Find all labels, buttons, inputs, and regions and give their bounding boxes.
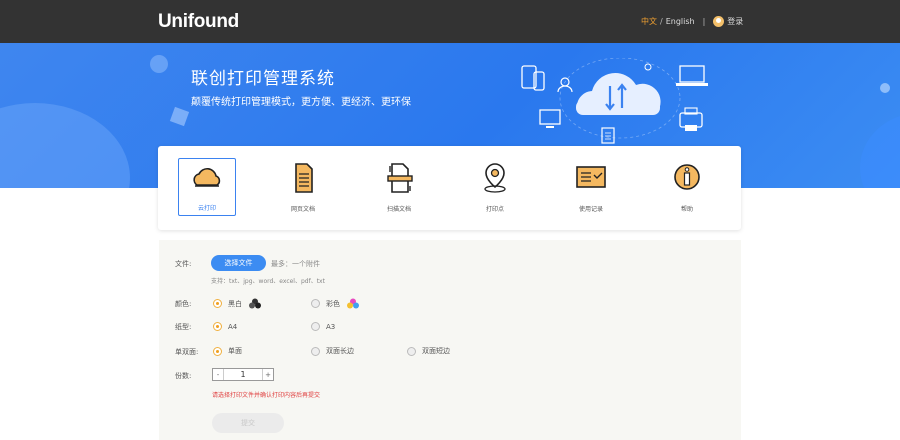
radio-dot xyxy=(311,299,320,308)
paper-label: 纸型: xyxy=(175,323,192,331)
file-label: 文件: xyxy=(175,260,192,268)
radio-a3[interactable]: A3 xyxy=(311,322,335,331)
document-icon xyxy=(295,163,313,193)
func-usage-records[interactable]: 使用记录 xyxy=(562,158,620,216)
radio-dot xyxy=(311,346,320,356)
lang-english-link[interactable]: English xyxy=(666,17,695,26)
scan-document-icon xyxy=(387,163,413,193)
choose-file-button[interactable]: 选择文件 xyxy=(211,255,266,271)
black-white-icon xyxy=(249,298,261,309)
login-link[interactable]: 登录 xyxy=(727,16,743,27)
top-header: Unifound 中文 / English | 登录 xyxy=(0,0,900,43)
radio-a4[interactable]: A4 xyxy=(213,322,237,331)
func-label: 打印点 xyxy=(485,206,504,213)
print-settings-form: 文件: 选择文件 最多：一个附件 支持：txt、jpg、word、excel、p… xyxy=(159,240,741,440)
radio-duplex-short-edge[interactable]: 双面短边 xyxy=(407,346,450,356)
func-label: 云打印 xyxy=(197,205,216,212)
copies-stepper[interactable]: - 1 + xyxy=(212,368,274,381)
radio-label: 双面长边 xyxy=(326,347,354,355)
lang-chinese-link[interactable]: 中文 xyxy=(641,16,657,27)
func-label: 帮助 xyxy=(680,206,693,213)
function-menu-card: 云打印 网页文档 扫描文档 打印点 使用记录 帮助 xyxy=(158,146,741,230)
radio-label: A4 xyxy=(228,322,238,331)
radio-label: 彩色 xyxy=(326,299,340,308)
lang-separator: / xyxy=(660,17,663,26)
banner-decor-blob xyxy=(860,113,900,188)
submit-button[interactable]: 提交 xyxy=(212,413,284,433)
increment-button[interactable]: + xyxy=(263,371,273,379)
file-limit-note: 最多：一个附件 xyxy=(271,260,320,268)
banner-subtitle: 颠覆传统打印管理模式，更方便、更经济、更环保 xyxy=(191,97,411,108)
decrement-button[interactable]: - xyxy=(213,371,223,379)
banner-decor-dot xyxy=(880,83,890,93)
copies-value[interactable]: 1 xyxy=(223,369,263,380)
radio-dot xyxy=(407,346,416,356)
radio-dot xyxy=(213,322,222,331)
radio-dot xyxy=(213,299,222,308)
radio-dot xyxy=(311,322,320,331)
radio-label: A3 xyxy=(326,322,336,331)
func-label: 网页文档 xyxy=(290,206,315,213)
radio-dot xyxy=(213,346,222,356)
color-label: 颜色: xyxy=(175,300,192,308)
warning-message: 请选择打印文件并确认打印内容后再提交 xyxy=(212,392,321,399)
color-palette-icon xyxy=(347,298,359,309)
cloud-icon xyxy=(193,168,221,187)
func-label: 扫描文档 xyxy=(386,206,411,213)
banner-decor-dot xyxy=(150,55,168,73)
radio-color[interactable]: 彩色 xyxy=(311,298,360,309)
banner-title: 联创打印管理系统 xyxy=(191,69,335,89)
radio-single-side[interactable]: 单面 xyxy=(213,346,242,356)
radio-black-white[interactable]: 黑白 xyxy=(213,298,262,309)
banner-decor-cube-icon xyxy=(169,106,190,127)
records-icon xyxy=(576,166,606,188)
func-print-point[interactable]: 打印点 xyxy=(466,158,524,216)
unifound-logo[interactable]: Unifound xyxy=(158,11,239,33)
banner-decor-blob xyxy=(0,103,130,188)
func-web-document[interactable]: 网页文档 xyxy=(274,158,332,216)
func-scan-document[interactable]: 扫描文档 xyxy=(370,158,428,216)
location-pin-icon xyxy=(484,163,506,193)
header-divider: | xyxy=(702,17,706,26)
radio-label: 双面短边 xyxy=(422,347,450,355)
radio-duplex-long-edge[interactable]: 双面长边 xyxy=(311,346,354,356)
help-icon xyxy=(674,164,700,190)
copies-label: 份数: xyxy=(175,372,192,380)
func-help[interactable]: 帮助 xyxy=(658,158,716,216)
radio-label: 黑白 xyxy=(228,299,242,308)
duplex-label: 单双面: xyxy=(175,348,199,356)
user-avatar-icon[interactable] xyxy=(713,16,725,27)
language-switcher: 中文 / English | 登录 xyxy=(641,16,743,27)
radio-label: 单面 xyxy=(228,347,242,355)
supported-file-types: 支持：txt、jpg、word、excel、pdf、txt xyxy=(211,278,325,285)
func-label: 使用记录 xyxy=(578,206,603,213)
func-cloud-print[interactable]: 云打印 xyxy=(178,158,236,216)
